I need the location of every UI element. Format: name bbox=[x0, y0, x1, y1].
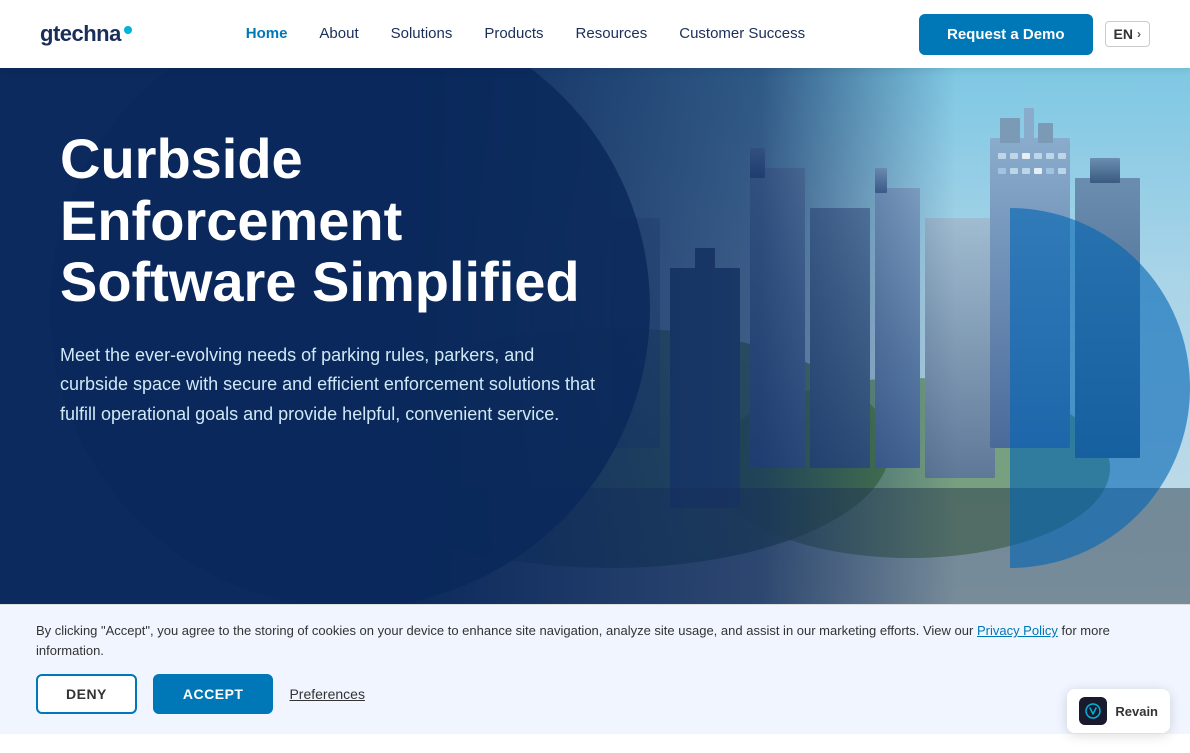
hero-title-line1: Curbside bbox=[60, 127, 303, 190]
hero-title-line3: Software Simplified bbox=[60, 250, 580, 313]
logo-dot bbox=[124, 26, 132, 34]
nav-links: Home About Solutions Products Resources … bbox=[246, 25, 805, 43]
nav-link-products[interactable]: Products bbox=[484, 25, 543, 42]
nav-item-solutions[interactable]: Solutions bbox=[391, 25, 453, 43]
hero-title: Curbside Enforcement Software Simplified bbox=[60, 128, 600, 313]
nav-link-customer-success[interactable]: Customer Success bbox=[679, 25, 805, 42]
chevron-right-icon: › bbox=[1137, 27, 1141, 41]
privacy-policy-link[interactable]: Privacy Policy bbox=[977, 623, 1058, 638]
navbar: gtechna Home About Solutions Products Re… bbox=[0, 0, 1190, 68]
hero-section: Curbside Enforcement Software Simplified… bbox=[0, 68, 1190, 604]
hero-title-line2: Enforcement bbox=[60, 189, 402, 252]
accept-button[interactable]: ACCEPT bbox=[153, 674, 274, 714]
nav-item-resources[interactable]: Resources bbox=[576, 25, 648, 43]
revain-label: Revain bbox=[1115, 704, 1158, 719]
cookie-banner: By clicking "Accept", you agree to the s… bbox=[0, 604, 1190, 734]
nav-link-resources[interactable]: Resources bbox=[576, 25, 648, 42]
nav-link-solutions[interactable]: Solutions bbox=[391, 25, 453, 42]
request-demo-button[interactable]: Request a Demo bbox=[919, 14, 1093, 55]
nav-link-home[interactable]: Home bbox=[246, 25, 288, 42]
logo[interactable]: gtechna bbox=[40, 21, 132, 47]
nav-link-about[interactable]: About bbox=[319, 25, 358, 42]
revain-widget[interactable]: Revain bbox=[1067, 689, 1170, 733]
navbar-right: Request a Demo EN › bbox=[919, 14, 1150, 55]
revain-icon bbox=[1079, 697, 1107, 725]
nav-item-products[interactable]: Products bbox=[484, 25, 543, 43]
nav-item-customer-success[interactable]: Customer Success bbox=[679, 25, 805, 43]
logo-text: gtechna bbox=[40, 21, 121, 47]
cookie-text: By clicking "Accept", you agree to the s… bbox=[36, 621, 1154, 660]
cookie-message: By clicking "Accept", you agree to the s… bbox=[36, 623, 977, 638]
preferences-button[interactable]: Preferences bbox=[289, 686, 364, 702]
hero-content: Curbside Enforcement Software Simplified… bbox=[60, 128, 600, 430]
hero-subtitle: Meet the ever-evolving needs of parking … bbox=[60, 341, 600, 430]
deny-button[interactable]: DENY bbox=[36, 674, 137, 714]
nav-item-about[interactable]: About bbox=[319, 25, 358, 43]
language-switcher[interactable]: EN › bbox=[1105, 21, 1150, 47]
lang-label: EN bbox=[1114, 26, 1133, 42]
cookie-actions: DENY ACCEPT Preferences bbox=[36, 674, 1154, 714]
nav-item-home[interactable]: Home bbox=[246, 25, 288, 43]
